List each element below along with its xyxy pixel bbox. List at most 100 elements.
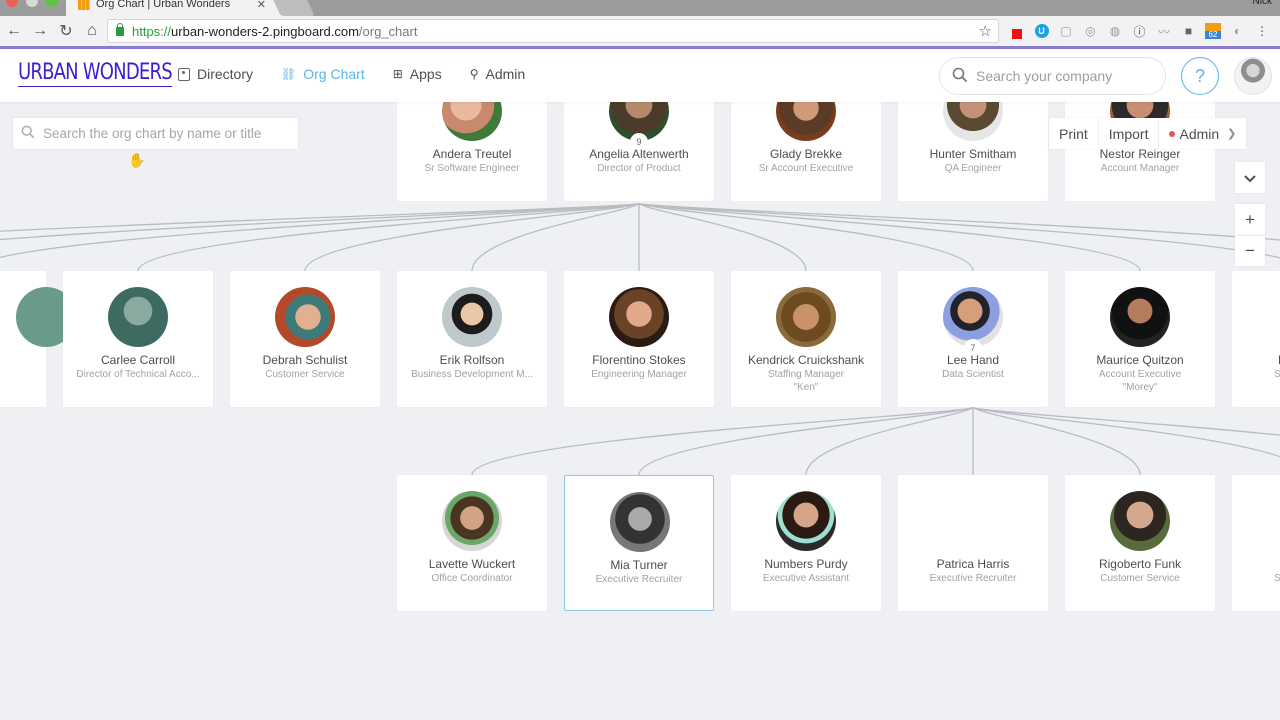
back-arrow-icon[interactable]: ← — [2, 19, 26, 43]
org-card[interactable]: Carlee Carroll Director of Technical Acco… — [63, 271, 213, 407]
search-icon — [21, 125, 35, 142]
url-path: /org_chart — [358, 23, 418, 39]
org-card[interactable]: Debrah Schulist Customer Service — [230, 271, 380, 407]
org-chart-canvas[interactable]: Andera Treutel Sr Software Engineer 9 Angel… — [0, 102, 1280, 720]
extension-feed-icon[interactable]: 62 — [1202, 20, 1224, 42]
connector-line — [638, 202, 807, 272]
connector-line — [972, 406, 1280, 436]
window-close-button[interactable] — [6, 0, 18, 7]
org-card[interactable]: F…S… — [1232, 271, 1280, 407]
person-name: Numbers Purdy — [764, 557, 848, 571]
org-card[interactable]: Rigoberto Funk Customer Service — [1065, 475, 1215, 611]
browser-menu-icon[interactable]: ⋮ — [1251, 20, 1273, 42]
avatar — [1110, 491, 1170, 551]
browser-profile-name[interactable]: Nick — [1253, 0, 1272, 7]
org-card[interactable]: Maurice Quitzon Account Executive "Morey" — [1065, 271, 1215, 407]
nav-admin[interactable]: ⚲ Admin — [470, 66, 525, 82]
extension-shield-icon[interactable]: ◍ — [1104, 20, 1126, 42]
extension-square-icon[interactable]: ■ — [1178, 20, 1200, 42]
extension-wave-icon[interactable]: 〰 — [1153, 20, 1175, 42]
forward-arrow-icon[interactable]: → — [28, 19, 52, 43]
import-button[interactable]: Import — [1099, 118, 1160, 149]
org-card[interactable]: Numbers Purdy Executive Assistant — [731, 475, 881, 611]
avatar — [442, 102, 502, 141]
org-card[interactable]: Florentino Stokes Engineering Manager — [564, 271, 714, 407]
chevron-down-icon: ❯ — [1227, 128, 1237, 140]
extension-u-icon[interactable]: U — [1031, 20, 1053, 42]
connector-line — [137, 202, 640, 272]
zoom-out-button[interactable]: − — [1235, 235, 1265, 266]
extension-chat-icon[interactable]: ▢ — [1055, 20, 1077, 42]
person-title: Engineering Manager — [591, 369, 687, 380]
nav-org-chart[interactable]: ⛓ Org Chart — [281, 66, 365, 82]
nav-apps[interactable]: ⊞ Apps — [393, 66, 442, 82]
person-name: Hunter Smitham — [929, 147, 1017, 161]
person-title: Data Scientist — [942, 369, 1004, 380]
org-card[interactable]: 7 Lee Hand Data Scientist — [898, 271, 1048, 407]
org-card[interactable]: Patrica Harris Executive Recruiter — [898, 475, 1048, 611]
reload-icon[interactable]: ↻ — [54, 19, 78, 43]
url-host: urban-wonders-2.pingboard.com — [171, 23, 359, 39]
org-card[interactable]: Hunter Smitham QA Engineer — [898, 102, 1048, 201]
avatar — [609, 287, 669, 347]
zoom-in-button[interactable]: + — [1235, 204, 1265, 235]
window-minimize-button[interactable] — [26, 0, 38, 7]
company-search-input[interactable]: Search your company — [939, 57, 1166, 95]
extension-info-icon[interactable]: ⓘ — [1129, 20, 1151, 42]
person-name: Nestor Reinger — [1099, 147, 1181, 161]
tab-title: Org Chart | Urban Wonders — [96, 0, 231, 10]
person-title: Sr Account Executive — [758, 163, 854, 174]
person-name: Lee Hand — [946, 353, 1000, 367]
help-button[interactable]: ? — [1181, 57, 1219, 95]
person-title: Executive Assistant — [762, 573, 850, 584]
connector-line — [638, 406, 974, 476]
person-title: QA Engineer — [944, 163, 1002, 174]
user-avatar[interactable] — [1234, 57, 1272, 95]
browser-toolbar: ← → ↻ ⌂ https:// urban-wonders-2.pingboa… — [0, 16, 1280, 46]
org-card[interactable]: …ger…ager — [0, 271, 106, 407]
tab-close-icon[interactable]: ✕ — [257, 0, 266, 11]
admin-status-dot — [1169, 130, 1176, 137]
admin-sliders-icon: ⚲ — [469, 67, 479, 81]
person-title: Director of Technical Acco... — [76, 369, 200, 380]
apps-grid-icon: ⊞ — [392, 67, 403, 81]
person-title: Account Manager — [1100, 163, 1180, 174]
nav-org-chart-label: Org Chart — [303, 66, 365, 82]
org-card[interactable]: Glady Brekke Sr Account Executive — [731, 102, 881, 201]
avatar — [108, 287, 168, 347]
collapse-button[interactable] — [1235, 162, 1265, 193]
org-card[interactable]: Sr… — [1232, 475, 1280, 611]
person-title: Sr… — [1274, 573, 1280, 584]
print-button[interactable]: Print — [1049, 118, 1099, 149]
avatar — [943, 102, 1003, 141]
directory-icon — [178, 67, 190, 81]
extension-circle-icon[interactable]: ◎ — [1080, 20, 1102, 42]
avatar — [776, 102, 836, 141]
extension-globe-icon[interactable]: ◐ — [1227, 20, 1249, 42]
browser-tab[interactable]: Org Chart | Urban Wonders ✕ — [66, 0, 284, 16]
nav-directory[interactable]: Directory — [178, 66, 253, 82]
person-title: Executive Recruiter — [595, 574, 683, 585]
org-card[interactable]: 9 Angelia Altenwerth Director of Product — [564, 102, 714, 201]
org-card[interactable]: Mia Turner Executive Recruiter — [564, 475, 714, 611]
org-chart-search-input[interactable]: Search the org chart by name or title — [13, 118, 298, 149]
org-card[interactable]: Andera Treutel Sr Software Engineer — [397, 102, 547, 201]
person-name: Rigoberto Funk — [1098, 557, 1182, 571]
avatar — [442, 287, 502, 347]
avatar — [275, 287, 335, 347]
company-logo[interactable]: URBAN WONDERS — [18, 60, 173, 87]
admin-dropdown[interactable]: Admin ❯ — [1159, 118, 1246, 149]
person-name: Glady Brekke — [769, 147, 843, 161]
address-bar[interactable]: https:// urban-wonders-2.pingboard.com /… — [107, 19, 999, 43]
person-name: Erik Rolfson — [439, 353, 505, 367]
window-zoom-button[interactable] — [46, 0, 58, 7]
person-title: Business Development M... — [411, 369, 533, 380]
org-card[interactable]: Nestor Reinger Account Manager — [1065, 102, 1215, 201]
org-card[interactable]: Kendrick Cruickshank Staffing Manager "Ken… — [731, 271, 881, 407]
bookmark-star-icon[interactable]: ☆ — [979, 22, 992, 40]
person-title: Director of Product — [597, 163, 681, 174]
org-card[interactable]: Lavette Wuckert Office Coordinator — [397, 475, 547, 611]
home-icon[interactable]: ⌂ — [80, 19, 104, 43]
org-card[interactable]: Erik Rolfson Business Development M... — [397, 271, 547, 407]
extension-pin-icon[interactable] — [1006, 20, 1028, 42]
